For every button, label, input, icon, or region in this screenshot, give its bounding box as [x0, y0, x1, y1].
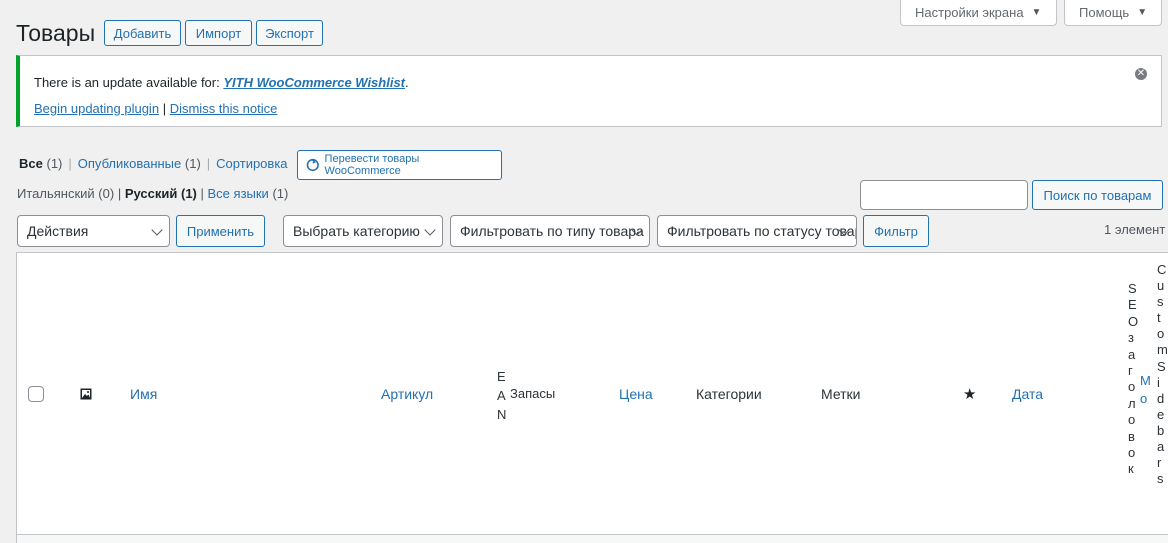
- category-value: Выбрать категорию: [293, 223, 420, 239]
- lang-separator: |: [200, 186, 204, 201]
- translate-products-button[interactable]: Перевести товары WooCommerce: [297, 150, 502, 180]
- lang-all[interactable]: Все языки: [208, 186, 269, 201]
- begin-update-link[interactable]: Begin updating plugin: [34, 101, 159, 116]
- lang-all-count: (1): [272, 186, 289, 201]
- screen-options-tab[interactable]: Настройки экрана ▼: [900, 0, 1057, 26]
- page-title: Товары: [16, 20, 96, 46]
- column-seo-title: SEO заголовок: [1128, 281, 1139, 477]
- column-price[interactable]: Цена: [619, 386, 653, 402]
- plugin-link[interactable]: YITH WooCommerce Wishlist: [223, 75, 405, 90]
- help-tab[interactable]: Помощь ▼: [1064, 0, 1162, 26]
- lang-italian[interactable]: Итальянский: [17, 186, 95, 201]
- add-product-button[interactable]: Добавить: [104, 20, 181, 46]
- lang-separator: |: [117, 186, 122, 201]
- notice-text: There is an update available for:: [34, 75, 224, 90]
- notice-period: .: [405, 75, 409, 90]
- status-views: Все (1) | Опубликованные (1) | Сортировка: [19, 156, 288, 171]
- column-date[interactable]: Дата: [1012, 386, 1043, 402]
- column-ean: EAN: [497, 369, 507, 422]
- lang-russian-count: (1): [180, 186, 197, 201]
- column-tags: Метки: [821, 386, 861, 402]
- translate-products-label: Перевести товары WooCommerce: [324, 153, 420, 177]
- caret-down-icon: ▼: [1137, 7, 1148, 18]
- update-notice: There is an update available for: YITH W…: [16, 55, 1162, 127]
- stock-status-select[interactable]: Фильтровать по статусу товара: [657, 215, 857, 247]
- caret-down-icon: ▼: [1031, 7, 1042, 18]
- table-footer: [16, 535, 1168, 543]
- lang-italian-count: (0): [98, 186, 115, 201]
- view-published[interactable]: Опубликованные: [78, 156, 182, 171]
- import-button[interactable]: Импорт: [185, 20, 252, 46]
- products-table: [16, 252, 1168, 535]
- search-input[interactable]: [860, 180, 1028, 210]
- screen-options-label: Настройки экрана: [915, 5, 1024, 20]
- view-published-count: (1): [184, 156, 201, 171]
- notice-actions: Begin updating plugin | Dismiss this not…: [34, 101, 277, 116]
- notice-message: There is an update available for: YITH W…: [34, 75, 409, 90]
- filter-button[interactable]: Фильтр: [863, 215, 929, 247]
- column-mo[interactable]: Мо: [1140, 372, 1151, 408]
- dismiss-icon[interactable]: ✕: [1135, 68, 1147, 80]
- view-separator: |: [206, 156, 211, 171]
- column-name[interactable]: Имя: [130, 386, 157, 402]
- column-sku[interactable]: Артикул: [381, 386, 433, 402]
- apply-button[interactable]: Применить: [176, 215, 265, 247]
- product-type-select[interactable]: Фильтровать по типу товара: [450, 215, 650, 247]
- chevron-down-icon: [424, 224, 436, 236]
- select-all-checkbox[interactable]: [28, 386, 44, 402]
- view-sorting[interactable]: Сортировка: [216, 156, 287, 171]
- language-views: Итальянский (0) | Русский (1) | Все язык…: [17, 186, 288, 201]
- help-label: Помощь: [1079, 5, 1130, 20]
- view-all-count: (1): [46, 156, 63, 171]
- export-button[interactable]: Экспорт: [256, 20, 323, 46]
- stock-status-value: Фильтровать по статусу товара: [667, 223, 857, 239]
- column-categories: Категории: [696, 386, 762, 402]
- bulk-actions-select[interactable]: Действия: [17, 215, 170, 247]
- column-stock: Запасы: [510, 386, 556, 401]
- column-custom-sidebars: CustomSidebars: [1157, 262, 1168, 487]
- image-icon: [80, 388, 92, 400]
- items-count: 1 элемент: [1104, 222, 1166, 237]
- view-all[interactable]: Все: [19, 156, 43, 171]
- star-icon[interactable]: ★: [963, 385, 976, 403]
- chevron-down-icon: [151, 224, 163, 236]
- bulk-actions-value: Действия: [27, 223, 89, 239]
- product-type-value: Фильтровать по типу товара: [460, 223, 644, 239]
- search-products-button[interactable]: Поиск по товарам: [1032, 180, 1163, 210]
- dismiss-notice-link[interactable]: Dismiss this notice: [170, 101, 278, 116]
- view-separator: |: [68, 156, 72, 171]
- lang-russian[interactable]: Русский: [125, 186, 178, 201]
- translate-icon: [306, 158, 319, 172]
- category-select[interactable]: Выбрать категорию: [283, 215, 443, 247]
- notice-separator: |: [162, 101, 167, 116]
